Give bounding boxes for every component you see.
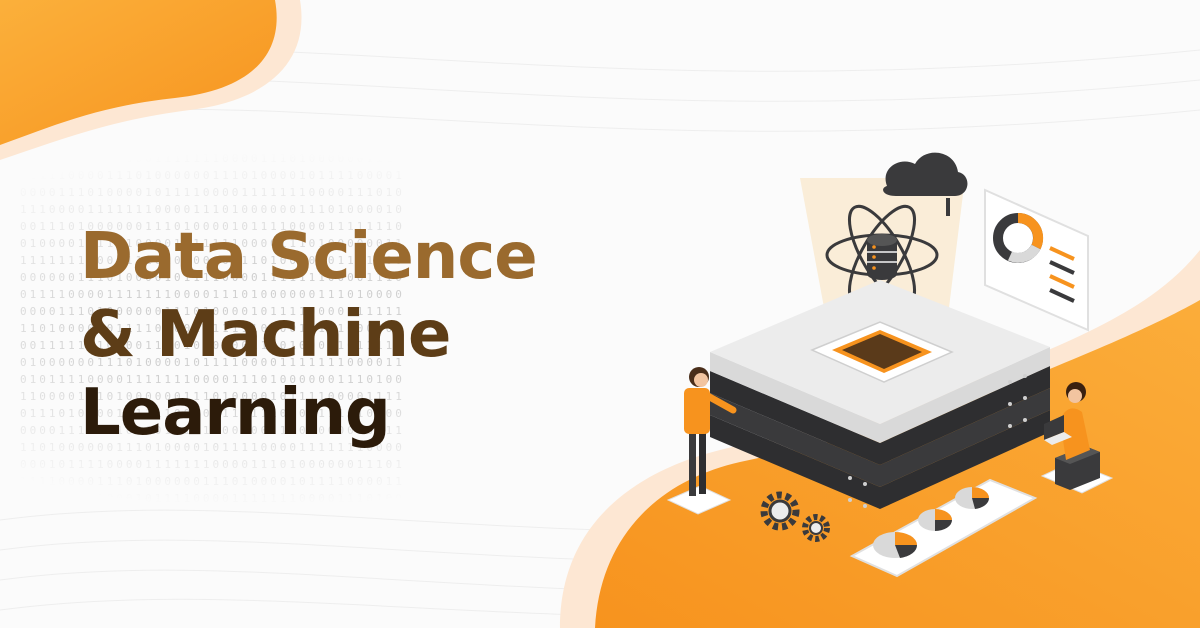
headline-line-data-science: Data Science bbox=[80, 220, 538, 294]
banner: 0000101111000011111110000111010000001110… bbox=[0, 0, 1200, 628]
database-icon bbox=[867, 234, 897, 280]
analytics-panel bbox=[984, 188, 1089, 332]
headline-line-learning: Learning bbox=[80, 376, 391, 450]
headline-line-machine: & Machine bbox=[80, 298, 451, 372]
top-left-orange-blob bbox=[0, 0, 277, 145]
isometric-server-illustration bbox=[666, 152, 1114, 578]
woman-sitting-with-laptop bbox=[1040, 382, 1114, 494]
headline: Data Science & Machine Learning bbox=[80, 218, 538, 452]
gear-icon bbox=[760, 491, 830, 542]
server-stack bbox=[710, 280, 1050, 509]
